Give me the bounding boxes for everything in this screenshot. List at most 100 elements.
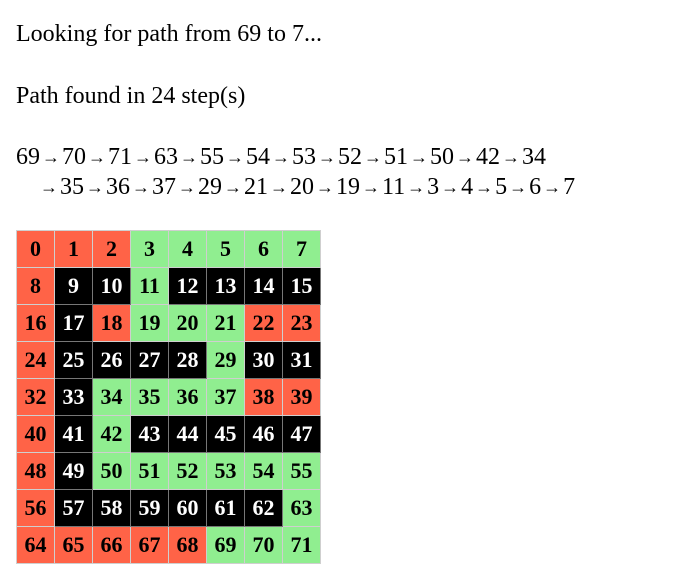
grid-cell-path: 37 [206,378,245,416]
grid-row: 16 17 18 19 20 21 22 23 [16,304,321,342]
grid-cell-path: 52 [168,452,207,490]
status-text: Looking for path from 69 to 7... [16,21,322,47]
grid-cell-path: 19 [130,304,169,342]
arrow-icon: → [509,177,528,197]
path-node: 70 [62,144,86,170]
grid-cell-wall: 14 [244,267,283,305]
path-node: 35 [60,174,84,200]
grid-cell-open: 22 [244,304,283,342]
result-text: Path found in 24 step(s) [16,83,246,109]
grid-cell-wall: 27 [130,341,169,379]
arrow-icon: → [40,177,58,197]
grid-cell-path: 71 [282,526,321,564]
path-node: 54 [246,144,270,170]
grid-cell-path: 53 [206,452,245,490]
grid-cell-open: 32 [16,378,55,416]
grid-cell-open: 56 [16,489,55,527]
grid-cell-wall: 46 [244,415,283,453]
grid-cell-wall: 59 [130,489,169,527]
grid-cell-path: 54 [244,452,283,490]
grid-row: 8 9 10 11 12 13 14 15 [16,267,321,305]
arrow-icon: → [270,177,288,197]
grid-cell-path: 42 [92,415,131,453]
path-node: 69 [16,144,40,170]
grid-cell-open: 0 [16,230,55,268]
arrow-icon: → [364,147,382,167]
grid-cell-wall: 47 [282,415,321,453]
grid-cell-path: 34 [92,378,131,416]
grid-cell-wall: 61 [206,489,245,527]
grid-cell-path: 50 [92,452,131,490]
path-node: 6 [529,174,542,200]
grid-cell-open: 40 [16,415,55,453]
grid-cell-wall: 45 [206,415,245,453]
grid-cell-wall: 9 [54,267,93,305]
grid-cell-path: 4 [168,230,207,268]
path-node: 7 [563,174,576,200]
grid-cell-wall: 17 [54,304,93,342]
grid-cell-wall: 26 [92,341,131,379]
grid-row: 64 65 66 67 68 69 70 71 [16,526,321,564]
path-node: 20 [290,174,314,200]
path-node: 63 [154,144,178,170]
grid-cell-open: 16 [16,304,55,342]
grid-row: 56 57 58 59 60 61 62 63 [16,489,321,527]
grid-cell-wall: 49 [54,452,93,490]
grid-cell-path: 11 [130,267,169,305]
path-node: 50 [430,144,454,170]
grid-cell-open: 18 [92,304,131,342]
grid-cell-wall: 44 [168,415,207,453]
arrow-icon: → [88,147,106,167]
grid-cell-path: 5 [206,230,245,268]
grid-cell-open: 66 [92,526,131,564]
arrow-icon: → [224,177,242,197]
grid-cell-wall: 30 [244,341,283,379]
grid-cell-open: 67 [130,526,169,564]
grid-cell-wall: 60 [168,489,207,527]
grid-cell-open: 1 [54,230,93,268]
path-node: 5 [495,174,508,200]
grid-cell-path: 51 [130,452,169,490]
grid-cell-path: 6 [244,230,283,268]
grid-cell-wall: 43 [130,415,169,453]
arrow-icon: → [407,177,426,197]
grid-cell-wall: 33 [54,378,93,416]
arrow-icon: → [180,147,198,167]
grid-cell-open: 2 [92,230,131,268]
grid-cell-path: 55 [282,452,321,490]
arrow-icon: → [134,147,152,167]
grid-row: 01234567 [16,230,321,268]
arrow-icon: → [543,177,562,197]
arrow-icon: → [42,147,60,167]
path-node: 52 [338,144,362,170]
arrow-icon: → [362,177,380,197]
grid-cell-path: 63 [282,489,321,527]
grid-cell-open: 39 [282,378,321,416]
arrow-icon: → [456,147,474,167]
grid-cell-wall: 28 [168,341,207,379]
grid-cell-wall: 13 [206,267,245,305]
grid-cell-wall: 25 [54,341,93,379]
grid-cell-open: 64 [16,526,55,564]
path-node: 29 [198,174,222,200]
path-node: 55 [200,144,224,170]
grid-cell-path: 29 [206,341,245,379]
path-node: 42 [476,144,500,170]
arrow-icon: → [226,147,244,167]
grid-cell-path: 20 [168,304,207,342]
grid-cell-path: 21 [206,304,245,342]
grid-cell-path: 35 [130,378,169,416]
grid-cell-open: 68 [168,526,207,564]
arrow-icon: → [475,177,494,197]
path-node: 34 [522,144,546,170]
path-node: 53 [292,144,316,170]
path-node: 36 [106,174,130,200]
arrow-icon: → [86,177,104,197]
grid-cell-wall: 57 [54,489,93,527]
path-node: 51 [384,144,408,170]
grid-row: 24 25 26 27 28 29 30 31 [16,341,321,379]
grid-cell-wall: 15 [282,267,321,305]
grid-cell-open: 65 [54,526,93,564]
path-node: 3 [427,174,440,200]
grid-cell-open: 38 [244,378,283,416]
